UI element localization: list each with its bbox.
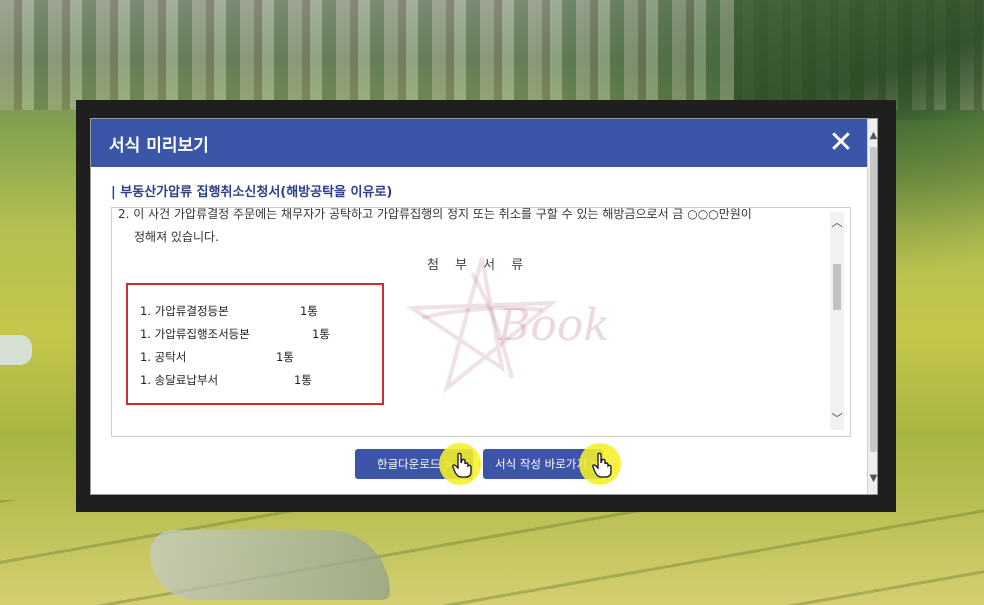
- background-terraces: [0, 500, 984, 605]
- hand-pointer-icon: [592, 452, 612, 478]
- close-button[interactable]: ✕: [827, 128, 855, 158]
- chevron-down-icon[interactable]: ﹀: [830, 412, 844, 426]
- form-preview-dialog: 서식 미리보기 ✕ ▲ ▼ | 부동산가압류 집행취소신청서(해방공탁을 이유로…: [90, 118, 878, 495]
- chevron-down-icon[interactable]: ▼: [868, 472, 877, 486]
- background-pond: [150, 530, 390, 600]
- close-icon: ✕: [828, 125, 854, 160]
- dialog-scrollbar[interactable]: ▲ ▼: [867, 119, 877, 494]
- chevron-up-icon[interactable]: ︿: [830, 216, 844, 230]
- hand-pointer-icon: [452, 452, 472, 478]
- preview-scrollbar[interactable]: ︿ ﹀: [830, 212, 844, 430]
- document-paragraph: 2. 이 사건 가압류결정 주문에는 채무자가 공탁하고 가압류집행의 정지 또…: [118, 207, 752, 221]
- watermark-text: Book: [498, 300, 610, 351]
- form-title: | 부동산가압류 집행취소신청서(해방공탁을 이유로): [111, 185, 393, 200]
- document-paragraph-continued: 정해져 있습니다.: [134, 230, 219, 244]
- attachment-item: 1. 공탁서 1통: [140, 350, 294, 364]
- dialog-scrollbar-thumb[interactable]: [870, 147, 877, 452]
- background-pond-left: [0, 335, 32, 365]
- dialog-title: 서식 미리보기: [109, 136, 209, 156]
- attachments-heading: 첨 부 서 류: [427, 258, 530, 273]
- attachment-item: 1. 송달료납부서 1통: [140, 373, 312, 387]
- document-preview: 2. 이 사건 가압류결정 주문에는 채무자가 공탁하고 가압류집행의 정지 또…: [111, 207, 851, 437]
- chevron-up-icon[interactable]: ▲: [868, 129, 877, 143]
- attachment-item: 1. 가압류집행조서등본 1통: [140, 327, 330, 341]
- dialog-header: 서식 미리보기 ✕: [91, 119, 867, 167]
- attachment-item: 1. 가압류결정등본 1통: [140, 304, 318, 318]
- preview-scrollbar-thumb[interactable]: [833, 264, 841, 310]
- attachments-box: 1. 가압류결정등본 1통 1. 가압류집행조서등본 1통 1. 공탁서 1통 …: [126, 283, 384, 405]
